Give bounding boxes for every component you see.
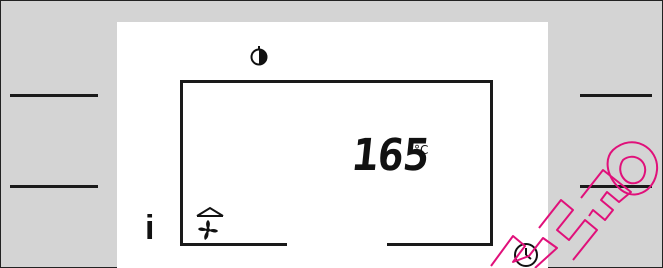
right-lower-key[interactable] [580, 185, 652, 188]
temperature-unit: °C [414, 143, 429, 157]
display-frame-bottom-left [180, 243, 287, 246]
fan-icon [198, 220, 218, 240]
display-frame [180, 80, 493, 246]
timer-pie-icon [250, 46, 268, 66]
right-upper-key[interactable] [580, 94, 652, 97]
left-upper-key[interactable] [10, 94, 98, 97]
display-frame-bottom-right [387, 243, 493, 246]
clock-icon[interactable] [512, 241, 540, 268]
top-heat-icon [196, 206, 224, 217]
left-lower-key[interactable] [10, 185, 98, 188]
info-button[interactable]: i [145, 211, 154, 245]
